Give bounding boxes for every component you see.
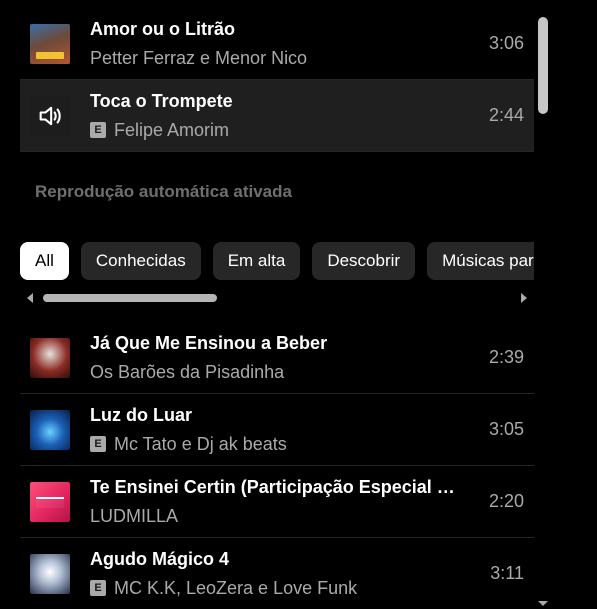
song-duration: 3:11 — [490, 563, 524, 583]
list-item[interactable]: Te Ensinei Certin (Participação Especial… — [20, 466, 534, 538]
album-thumbnail — [30, 23, 70, 64]
scroll-down-arrow-icon[interactable] — [538, 601, 548, 606]
now-playing-speaker-icon — [30, 95, 70, 136]
song-artist: Os Barões da Pisadinha — [90, 362, 285, 382]
chip-musicas-para-voce[interactable]: Músicas para você — [427, 242, 534, 280]
scroll-left-arrow-icon[interactable] — [27, 293, 33, 303]
up-next-list: Já Que Me Ensinou a Beber Os Barões da P… — [20, 322, 534, 609]
queue-item-now-playing[interactable]: Toca o Trompete E Felipe Amorim 2:44 — [20, 80, 534, 152]
song-duration: 3:05 — [488, 419, 524, 439]
vertical-scrollbar-thumb[interactable] — [538, 17, 548, 114]
song-duration: 2:39 — [488, 347, 524, 367]
song-title: Toca o Trompete — [90, 91, 233, 111]
list-item[interactable]: Luz do Luar E Mc Tato e Dj ak beats 3:05 — [20, 394, 534, 466]
chip-conhecidas[interactable]: Conhecidas — [80, 242, 201, 280]
song-duration: 2:20 — [488, 491, 524, 511]
song-title: Te Ensinei Certin (Participação Especial… — [90, 477, 464, 497]
explicit-badge: E — [90, 580, 106, 596]
chips-scrollbar[interactable] — [20, 290, 534, 306]
autoplay-status: Reprodução automática ativada — [35, 182, 292, 201]
album-thumbnail — [30, 481, 70, 522]
song-duration: 2:44 — [488, 105, 524, 125]
scroll-right-arrow-icon[interactable] — [521, 293, 527, 303]
song-duration: 3:06 — [488, 33, 524, 53]
list-item[interactable]: Agudo Mágico 4 E MC K.K, LeoZera e Love … — [20, 538, 534, 609]
song-artist: Petter Ferraz e Menor Nico — [90, 48, 308, 68]
explicit-badge: E — [90, 122, 106, 138]
song-artist: E Felipe Amorim — [90, 119, 464, 141]
chip-em-alta[interactable]: Em alta — [212, 242, 301, 280]
album-thumbnail — [30, 553, 70, 594]
song-title: Agudo Mágico 4 — [90, 549, 229, 569]
list-item[interactable]: Já Que Me Ensinou a Beber Os Barões da P… — [20, 322, 534, 394]
explicit-badge: E — [90, 436, 106, 452]
queue-list: Amor ou o Litrão Petter Ferraz e Menor N… — [20, 8, 534, 152]
album-thumbnail — [30, 337, 70, 378]
chip-all[interactable]: All — [20, 242, 69, 280]
song-artist: E Mc Tato e Dj ak beats — [90, 433, 464, 455]
song-artist: LUDMILLA — [90, 506, 179, 526]
queue-item[interactable]: Amor ou o Litrão Petter Ferraz e Menor N… — [20, 8, 534, 80]
album-thumbnail — [30, 409, 70, 450]
filter-chips: All Conhecidas Em alta Descobrir Músicas par… — [20, 242, 534, 282]
song-title: Já Que Me Ensinou a Beber — [90, 333, 328, 353]
song-title: Luz do Luar — [90, 405, 192, 425]
chip-descobrir[interactable]: Descobrir — [312, 242, 416, 280]
song-title: Amor ou o Litrão — [90, 19, 235, 39]
scrollbar-thumb[interactable] — [43, 294, 217, 302]
song-artist: E MC K.K, LeoZera e Love Funk — [90, 577, 464, 599]
